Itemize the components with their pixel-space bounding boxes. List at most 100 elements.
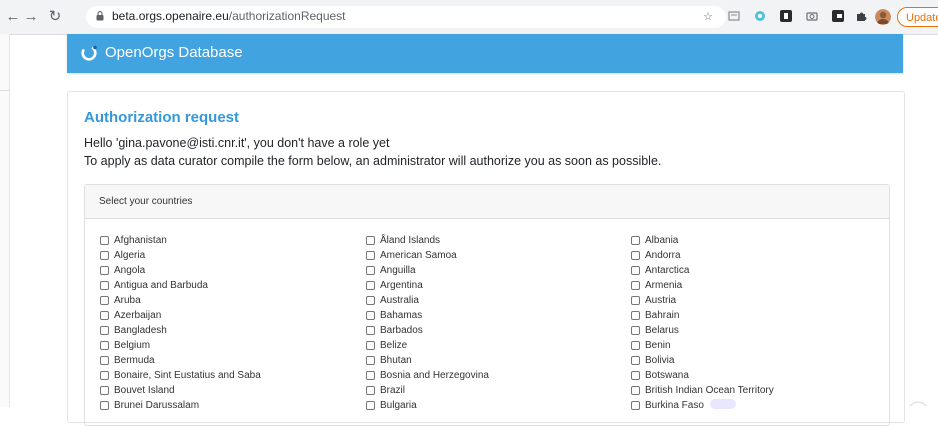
checkbox[interactable] [366, 296, 375, 305]
country-checkbox-row[interactable]: Algeria [100, 248, 261, 263]
checkbox[interactable] [100, 236, 109, 245]
country-checkbox-row[interactable]: Bahrain [631, 308, 774, 323]
country-checkbox-row[interactable]: Antigua and Barbuda [100, 278, 261, 293]
checkbox[interactable] [631, 311, 640, 320]
country-checkbox-row[interactable]: Bangladesh [100, 323, 261, 338]
country-checkbox-row[interactable]: Australia [366, 293, 489, 308]
country-label: Angola [114, 265, 146, 276]
country-label: Bouvet Island [114, 385, 175, 396]
checkbox[interactable] [100, 266, 109, 275]
star-bookmark-icon[interactable]: ☆ [700, 9, 716, 25]
update-button[interactable]: Update [897, 7, 938, 27]
country-checkbox-row[interactable]: Antarctica [631, 263, 774, 278]
checkbox[interactable] [366, 371, 375, 380]
checkbox[interactable] [366, 236, 375, 245]
country-checkbox-row[interactable]: British Indian Ocean Territory [631, 383, 774, 398]
app-title[interactable]: OpenOrgs Database [105, 44, 243, 61]
checkbox[interactable] [631, 236, 640, 245]
country-checkbox-row[interactable]: Bouvet Island [100, 383, 261, 398]
checkbox[interactable] [366, 326, 375, 335]
country-checkbox-row[interactable]: Åland Islands [366, 233, 489, 248]
country-checkbox-row[interactable]: Belarus [631, 323, 774, 338]
country-checkbox-row[interactable]: Albania [631, 233, 774, 248]
country-checkbox-row[interactable]: American Samoa [366, 248, 489, 263]
reload-icon[interactable]: ↻ [46, 8, 64, 26]
checkbox[interactable] [631, 401, 640, 410]
checkbox[interactable] [631, 251, 640, 260]
country-checkbox-row[interactable]: Belize [366, 338, 489, 353]
country-label: Barbados [380, 325, 423, 336]
checkbox[interactable] [366, 266, 375, 275]
forward-arrow-icon[interactable]: → [22, 8, 40, 26]
puzzle-extensions-icon[interactable] [853, 9, 869, 25]
country-checkbox-row[interactable]: Andorra [631, 248, 774, 263]
country-checkbox-row[interactable]: Angola [100, 263, 261, 278]
country-checkbox-row[interactable]: Bahamas [366, 308, 489, 323]
checkbox[interactable] [366, 341, 375, 350]
country-checkbox-row[interactable]: Brunei Darussalam [100, 398, 261, 413]
country-checkbox-row[interactable]: Aruba [100, 293, 261, 308]
country-checkbox-row[interactable]: Bermuda [100, 353, 261, 368]
country-checkbox-row[interactable]: Benin [631, 338, 774, 353]
address-bar[interactable]: beta.orgs.openaire.eu/authorizationReque… [86, 6, 726, 28]
country-checkbox-row[interactable]: Belgium [100, 338, 261, 353]
checkbox[interactable] [366, 386, 375, 395]
checkbox[interactable] [631, 296, 640, 305]
checkbox[interactable] [631, 266, 640, 275]
countries-panel: Select your countries Afghanistan Algeri… [84, 184, 890, 426]
country-label: Brazil [380, 385, 406, 396]
checkbox[interactable] [631, 281, 640, 290]
lock-icon [96, 11, 104, 21]
reader-extension-icon[interactable] [726, 9, 742, 25]
country-checkbox-row[interactable]: Azerbaijan [100, 308, 261, 323]
url-text: beta.orgs.openaire.eu/authorizationReque… [112, 9, 346, 23]
checkbox[interactable] [100, 356, 109, 365]
checkbox[interactable] [366, 401, 375, 410]
checkbox[interactable] [631, 356, 640, 365]
country-label: Åland Islands [380, 235, 441, 246]
back-arrow-icon[interactable]: ← [4, 8, 22, 26]
country-checkbox-row[interactable]: Bosnia and Herzegovina [366, 368, 489, 383]
country-checkbox-row[interactable]: Armenia [631, 278, 774, 293]
checkbox[interactable] [631, 341, 640, 350]
country-checkbox-row[interactable]: Argentina [366, 278, 489, 293]
country-checkbox-row[interactable]: Brazil [366, 383, 489, 398]
country-checkbox-row[interactable]: Bhutan [366, 353, 489, 368]
url-path: /authorizationRequest [228, 9, 346, 23]
checkbox[interactable] [100, 281, 109, 290]
country-checkbox-row[interactable]: Afghanistan [100, 233, 261, 248]
checkbox[interactable] [366, 356, 375, 365]
checkbox[interactable] [366, 251, 375, 260]
checkbox[interactable] [100, 371, 109, 380]
profile-avatar[interactable] [875, 9, 891, 25]
country-label: American Samoa [380, 250, 457, 261]
checkbox[interactable] [100, 386, 109, 395]
checkbox[interactable] [366, 311, 375, 320]
checkbox[interactable] [100, 251, 109, 260]
checkbox[interactable] [100, 326, 109, 335]
country-checkbox-row[interactable]: Botswana [631, 368, 774, 383]
openorgs-logo-icon[interactable] [80, 44, 98, 62]
panel-divider [0, 90, 9, 91]
countries-panel-header: Select your countries [85, 185, 889, 219]
country-checkbox-row[interactable]: Burkina Faso [631, 398, 774, 413]
checkbox[interactable] [100, 311, 109, 320]
checkbox[interactable] [631, 386, 640, 395]
countries-header-label: Select your countries [99, 196, 193, 207]
country-checkbox-row[interactable]: Bonaire, Sint Eustatius and Saba [100, 368, 261, 383]
camera-extension-icon[interactable] [804, 9, 820, 25]
snowflake-extension-icon[interactable] [752, 9, 768, 25]
checkbox[interactable] [631, 371, 640, 380]
checkbox[interactable] [366, 281, 375, 290]
bold-b-extension-icon[interactable] [778, 9, 794, 25]
country-checkbox-row[interactable]: Anguilla [366, 263, 489, 278]
checkbox[interactable] [631, 326, 640, 335]
country-checkbox-row[interactable]: Bulgaria [366, 398, 489, 413]
country-checkbox-row[interactable]: Austria [631, 293, 774, 308]
checkbox[interactable] [100, 296, 109, 305]
country-checkbox-row[interactable]: Bolivia [631, 353, 774, 368]
country-checkbox-row[interactable]: Barbados [366, 323, 489, 338]
checkbox[interactable] [100, 341, 109, 350]
c-extension-icon[interactable] [830, 9, 846, 25]
checkbox[interactable] [100, 401, 109, 410]
